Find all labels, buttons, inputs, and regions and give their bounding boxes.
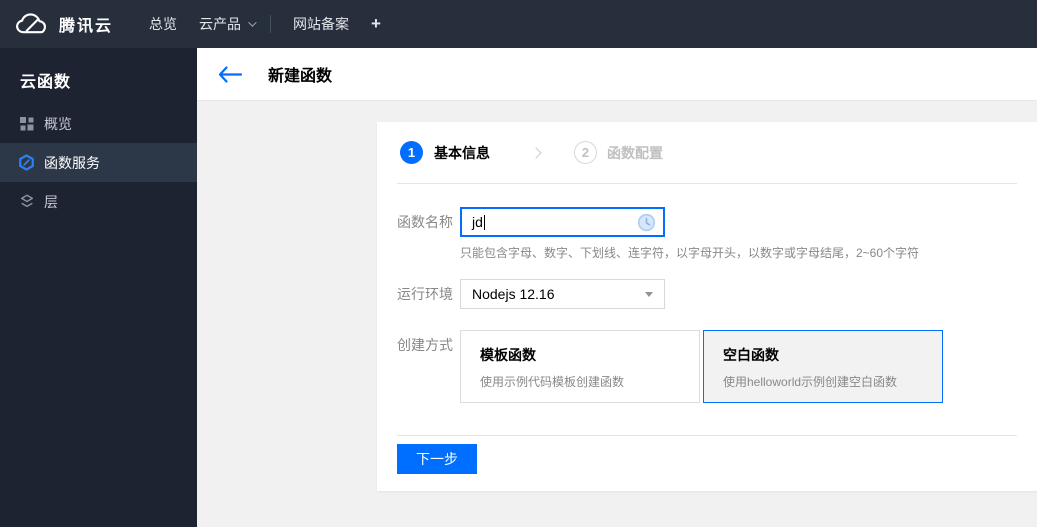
top-navbar: 腾讯云 总览 云产品 网站备案 + [0,0,1037,48]
function-name-hint: 只能包含字母、数字、下划线、连字符，以字母开头，以数字或字母结尾，2~60个字符 [460,246,920,260]
creation-method-row: 创建方式 模板函数 使用示例代码模板创建函数 空白函数 使用helloworld… [397,330,1017,403]
sidebar-title: 云函数 [20,74,72,91]
runtime-select[interactable]: Nodejs 12.16 [460,279,665,309]
top-nav-menu: 总览 云产品 网站备案 + [149,14,381,34]
main-area: 新建函数 1 基本信息 2 函数配置 函数名称 jd 只能包含字母、数字、下划线… [197,48,1037,527]
sidebar-item-label: 函数服务 [44,154,100,171]
nav-divider [270,15,272,33]
scf-hexagon-icon [18,154,35,171]
create-function-card: 1 基本信息 2 函数配置 函数名称 jd 只能包含字母、数字、下划线、连字符，… [377,122,1037,491]
layers-icon [18,193,35,210]
nav-item-overview[interactable]: 总览 [149,14,177,34]
chevron-right-icon [530,146,542,159]
function-name-value: jd [472,214,483,230]
wizard-steps: 1 基本信息 2 函数配置 [397,122,1017,184]
next-step-button[interactable]: 下一步 [397,444,477,474]
back-button[interactable] [218,65,242,83]
sidebar-item-label: 概览 [44,115,72,132]
step-2-circle: 2 [574,141,597,164]
runtime-selected-value: Nodejs 12.16 [472,286,555,302]
sidebar-item-overview[interactable]: 概览 [0,104,197,143]
nav-add-tab-button[interactable]: + [371,14,381,34]
sidebar: 云函数 概览 函数服务 层 [0,48,197,527]
runtime-label: 运行环境 [397,286,453,302]
sidebar-item-label: 层 [44,193,58,210]
page-title: 新建函数 [268,68,333,85]
back-arrow-icon [218,65,242,83]
card-title: 模板函数 [480,347,536,363]
content-area: 1 基本信息 2 函数配置 函数名称 jd 只能包含字母、数字、下划线、连字符，… [197,101,1037,527]
clock-icon [637,213,656,237]
template-function-card[interactable]: 模板函数 使用示例代码模板创建函数 [460,330,700,403]
function-name-row: 函数名称 jd 只能包含字母、数字、下划线、连字符，以字母开头，以数字或字母结尾… [397,207,1017,260]
creation-method-label: 创建方式 [397,337,453,353]
chevron-down-icon [248,18,257,27]
caret-down-icon [645,291,653,297]
brand-name: 腾讯云 [59,18,114,35]
step-2-label: 函数配置 [607,144,663,161]
step-1-label: 基本信息 [434,144,490,161]
nav-item-icp[interactable]: 网站备案 [293,14,349,34]
runtime-row: 运行环境 Nodejs 12.16 [397,279,1017,309]
tencent-cloud-logo-icon [14,12,50,37]
nav-item-cloud-products[interactable]: 云产品 [199,14,257,34]
function-name-label: 函数名称 [397,214,453,230]
grid-icon [18,116,35,131]
page-header: 新建函数 [197,48,1037,101]
blank-function-card[interactable]: 空白函数 使用helloworld示例创建空白函数 [703,330,943,403]
function-name-input[interactable]: jd [460,207,665,237]
sidebar-item-function-service[interactable]: 函数服务 [0,143,197,182]
basic-info-form: 函数名称 jd 只能包含字母、数字、下划线、连字符，以字母开头，以数字或字母结尾… [397,184,1017,403]
text-cursor [483,214,485,230]
step-1-circle: 1 [400,141,423,164]
footer-divider [397,435,1017,436]
sidebar-item-layers[interactable]: 层 [0,182,197,221]
tencent-cloud-brand[interactable]: 腾讯云 [14,12,113,37]
card-title: 空白函数 [723,347,779,363]
app-window: 腾讯云 总览 云产品 网站备案 + 云函数 概览 函数服务 层 新建函数 1 基… [0,0,1037,527]
card-description: 使用helloworld示例创建空白函数 [723,375,898,389]
card-description: 使用示例代码模板创建函数 [480,375,625,389]
